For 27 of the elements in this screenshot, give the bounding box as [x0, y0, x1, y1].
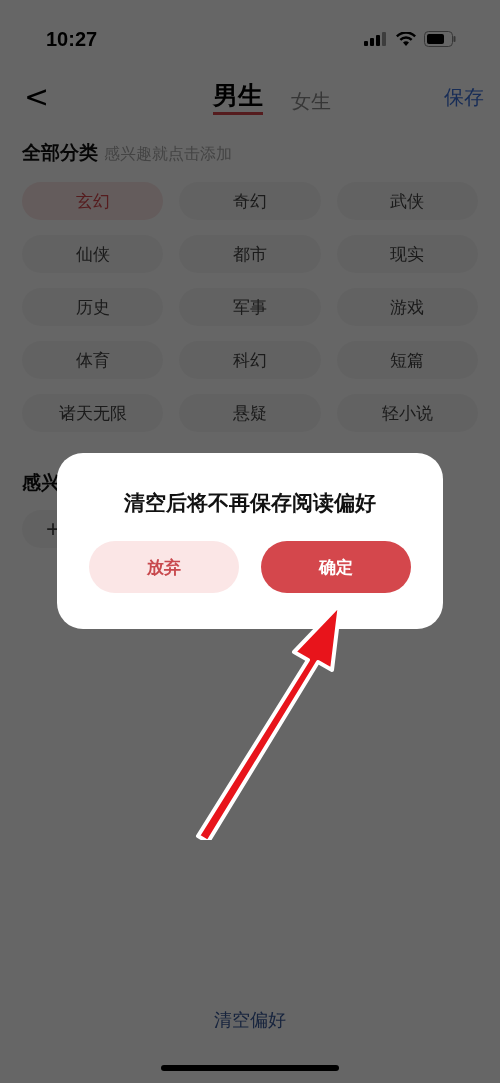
category-chip[interactable]: 轻小说 [336, 394, 478, 432]
clear-preferences-button[interactable]: 清空偏好 [208, 1007, 292, 1033]
battery-icon [424, 31, 456, 47]
category-chip[interactable]: 历史 [22, 288, 164, 326]
category-chip[interactable]: 悬疑 [179, 394, 321, 432]
category-chip[interactable]: 科幻 [179, 341, 321, 379]
category-chip[interactable]: 现实 [336, 235, 478, 273]
category-chip[interactable]: 体育 [22, 341, 164, 379]
category-chip[interactable]: 仙侠 [22, 235, 164, 273]
category-chip[interactable]: 奇幻 [179, 182, 321, 220]
dialog-message: 清空后将不再保存阅读偏好 [124, 490, 376, 517]
save-button[interactable]: 保存 [444, 83, 484, 111]
category-chip[interactable]: 短篇 [336, 341, 478, 379]
back-button[interactable]: < [24, 82, 50, 112]
category-chip[interactable]: 游戏 [336, 288, 478, 326]
wifi-icon [396, 32, 416, 46]
cancel-button[interactable]: 放弃 [89, 541, 239, 593]
category-chip[interactable]: 武侠 [336, 182, 478, 220]
section-title: 全部分类 [22, 140, 98, 165]
category-chip[interactable]: 玄幻 [22, 182, 164, 220]
status-time: 10:27 [46, 27, 98, 51]
gender-tab[interactable]: 男生 [212, 79, 263, 115]
signal-icon [364, 32, 388, 46]
confirm-button[interactable]: 确定 [261, 541, 411, 593]
category-chip[interactable]: 都市 [179, 235, 321, 273]
category-chip[interactable]: 诸天无限 [22, 394, 164, 432]
category-chip[interactable]: 军事 [179, 288, 321, 326]
